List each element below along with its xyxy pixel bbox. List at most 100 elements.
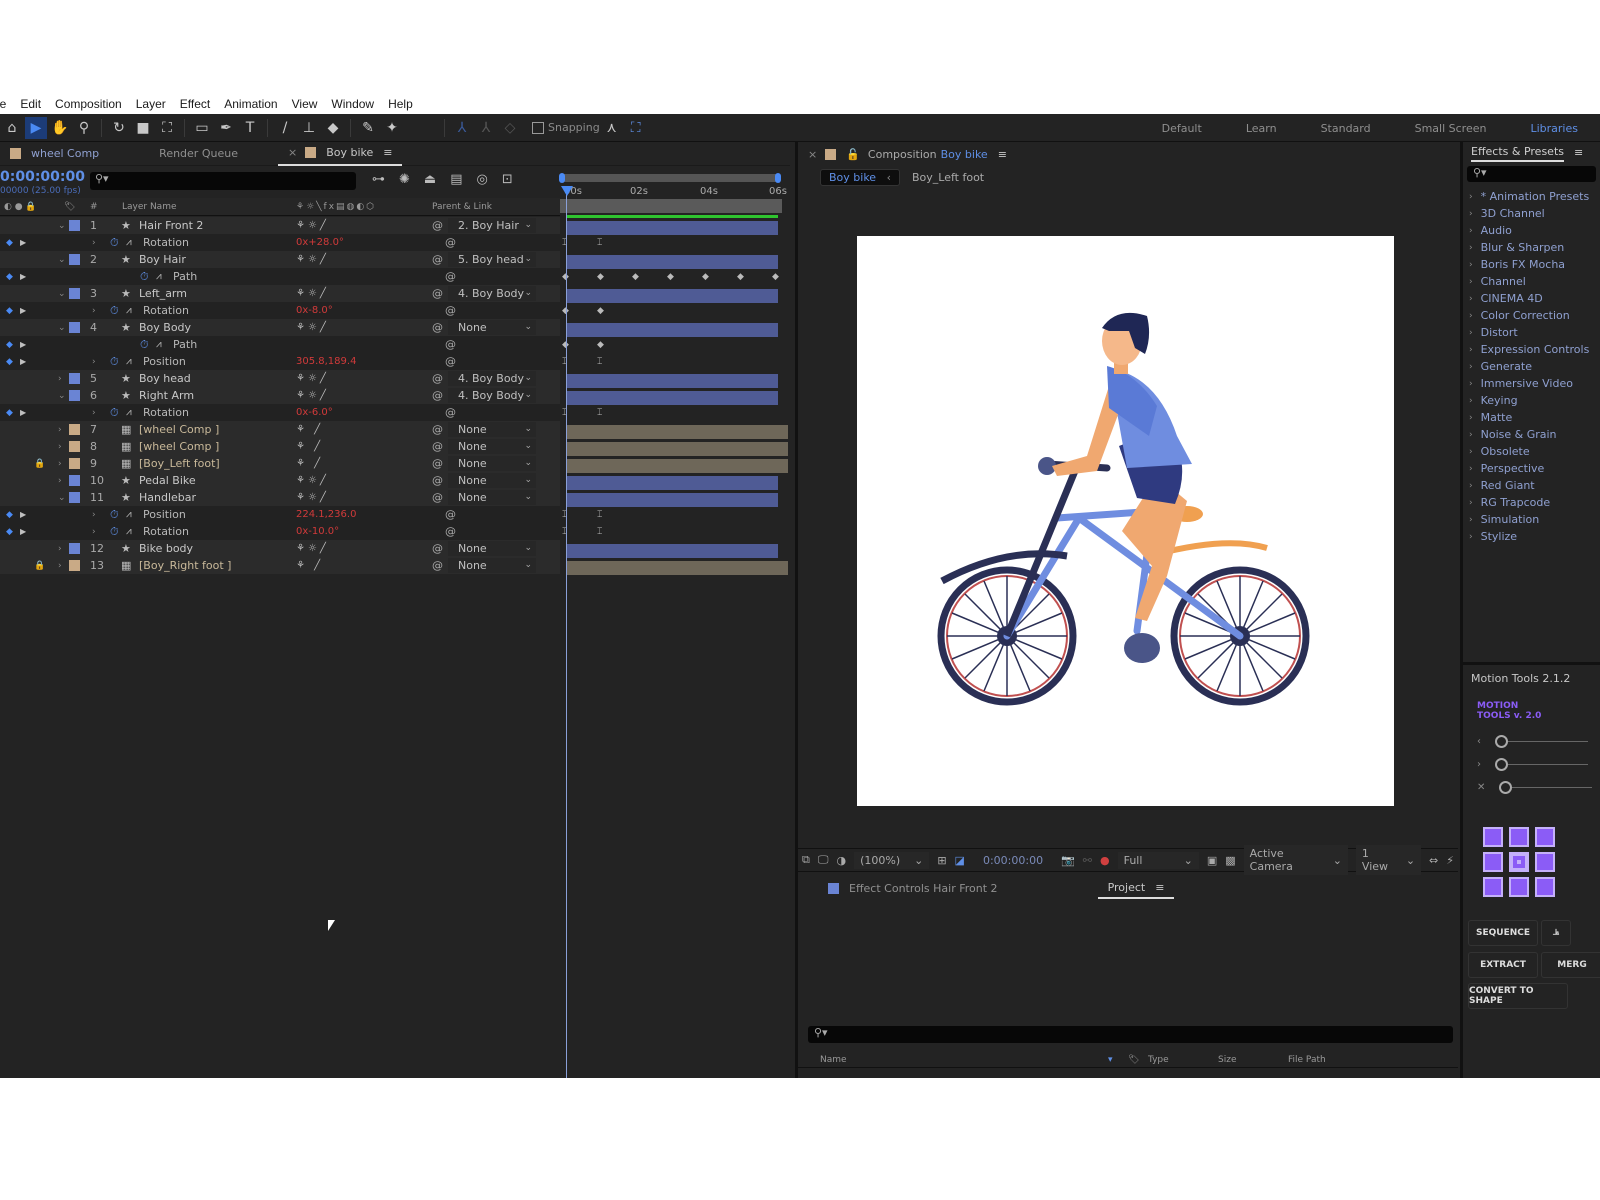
twirl-icon[interactable]: › <box>58 374 62 384</box>
graph-icon[interactable]: ⩘ <box>126 509 132 520</box>
pick-whip-icon[interactable]: @ <box>432 457 443 470</box>
layer-row[interactable]: ⌄ 1 ★ Hair Front 2 ⚘☼╱ @2. Boy Hair ⌄ <box>0 217 560 234</box>
keyframe-track[interactable]: ◆◆◆◆◆◆◆ <box>560 270 790 287</box>
layer-row[interactable]: › 8 ▦ [wheel Comp ] ⚘ ╱ @ None ⌄ <box>0 438 560 455</box>
parent-dropdown[interactable]: None ⌄ <box>448 558 536 573</box>
expand-arrow-icon[interactable]: › <box>1469 396 1473 406</box>
layer-row[interactable]: ⌄ 2 ★ Boy Hair ⚘☼╱ @5. Boy head ⌄ <box>0 251 560 268</box>
effect-category[interactable]: › Keying <box>1463 392 1600 409</box>
anchor-top-right[interactable] <box>1535 827 1555 847</box>
stopwatch-icon[interactable]: ⏱ <box>140 338 149 352</box>
keyframe-diamond[interactable]: ◆ <box>772 272 779 282</box>
layer-switches[interactable]: ⚘☼╱ <box>296 475 329 486</box>
home-icon[interactable]: ⌂ <box>1 117 23 139</box>
menu-view[interactable]: View <box>285 97 325 111</box>
pick-whip-icon[interactable]: @ <box>432 474 443 487</box>
parent-dropdown[interactable]: 5. Boy head ⌄ <box>448 252 536 267</box>
layer-switches[interactable]: ⚘☼╱ <box>296 254 329 265</box>
pick-whip-icon[interactable]: @ <box>432 491 443 504</box>
expand-arrow-icon[interactable]: › <box>1469 226 1473 236</box>
property-row[interactable]: ◆ ▶ ⏱ ⩘ Path @ <box>0 268 560 285</box>
pick-whip-icon[interactable]: @ <box>432 542 443 555</box>
duration-bar-fill[interactable] <box>566 391 778 405</box>
pen-tool-icon[interactable]: ✒ <box>215 117 237 139</box>
project-search-input[interactable]: ⚲▾ <box>808 1026 1453 1043</box>
rectangle-tool-icon[interactable]: ▭ <box>191 117 213 139</box>
stopwatch-icon[interactable]: ⏱ <box>110 236 119 250</box>
layer-switches[interactable]: ⚘ ╱ <box>296 441 323 452</box>
property-value[interactable]: 224.1,236.0 <box>296 509 356 520</box>
effect-category[interactable]: › Color Correction <box>1463 307 1600 324</box>
current-timecode[interactable]: 0:00:00:00 <box>0 169 85 185</box>
tab-render-queue[interactable]: Render Queue <box>149 142 248 166</box>
resolution-dropdown[interactable]: Full ⌄ <box>1117 851 1199 869</box>
pick-whip-icon[interactable]: @ <box>432 372 443 385</box>
layer-switches[interactable]: ⚘ ╱ <box>296 424 323 435</box>
stopwatch-icon[interactable]: ⏱ <box>110 406 119 420</box>
duration-bar-fill[interactable] <box>566 544 778 558</box>
expand-arrow-icon[interactable]: › <box>1469 243 1473 253</box>
keyframe-nav-icon[interactable]: ◆ <box>6 357 13 367</box>
close-icon[interactable]: × <box>288 146 297 159</box>
effect-category[interactable]: › Perspective <box>1463 460 1600 477</box>
snap-option-icon[interactable]: ⋏ <box>601 117 623 139</box>
composition-viewer[interactable] <box>798 192 1458 832</box>
layer-switches[interactable]: ⚘☼╱ <box>296 543 329 554</box>
expression-pick-whip-icon[interactable]: @ <box>445 304 456 317</box>
menu-animation[interactable]: Animation <box>217 97 284 111</box>
pick-whip-icon[interactable]: @ <box>432 321 443 334</box>
stopwatch-icon[interactable]: ⏱ <box>110 525 119 539</box>
layer-name-header[interactable]: Layer Name <box>122 202 177 212</box>
layer-switches[interactable]: ⚘ ╱ <box>296 560 323 571</box>
expand-arrow-icon[interactable]: › <box>1469 328 1473 338</box>
pick-whip-icon[interactable]: @ <box>432 287 443 300</box>
keyframe-track[interactable]: ⌶ ⌶ <box>560 236 790 253</box>
menu-effect[interactable]: Effect <box>173 97 217 111</box>
keyframe-next-icon[interactable]: ▶ <box>20 340 26 349</box>
layer-name[interactable]: Bike body <box>139 542 193 555</box>
keyframe-nav-icon[interactable]: ◆ <box>6 527 13 537</box>
parent-dropdown[interactable]: None ⌄ <box>448 439 536 454</box>
label-color-swatch[interactable] <box>69 543 80 554</box>
convert-to-shape-button[interactable]: CONVERT TO SHAPE <box>1468 983 1568 1009</box>
property-row[interactable]: ◆ ▶ › ⏱ ⩘ Rotation 0x+28.0° @ <box>0 234 560 251</box>
effect-category[interactable]: › Stylize <box>1463 528 1600 545</box>
graph-icon[interactable]: ⩘ <box>126 526 132 537</box>
expand-arrow-icon[interactable]: › <box>1469 447 1473 457</box>
anchor-center[interactable] <box>1509 852 1529 872</box>
duration-bar-fill[interactable] <box>566 255 778 269</box>
duration-bar-fill[interactable] <box>566 476 778 490</box>
shy-layers-icon[interactable]: ⏏ <box>424 172 436 187</box>
layer-duration-bar[interactable] <box>560 372 790 389</box>
keyframe-track[interactable]: ⌶ ⌶ <box>560 525 790 542</box>
keyframe-diamond[interactable]: ◆ <box>597 340 604 350</box>
keyframe-hold[interactable]: ⌶ <box>597 238 602 248</box>
merge-button[interactable]: MERG <box>1541 952 1600 978</box>
camera-tool-icon[interactable]: ■ <box>132 117 154 139</box>
keyframe-next-icon[interactable]: ▶ <box>20 408 26 417</box>
graph-icon[interactable]: ⩘ <box>156 271 162 282</box>
twirl-icon[interactable]: › <box>92 408 96 418</box>
menu-help[interactable]: Help <box>381 97 420 111</box>
type-tool-icon[interactable]: T <box>239 117 261 139</box>
layer-duration-bar[interactable] <box>560 474 790 491</box>
layer-name[interactable]: [wheel Comp ] <box>139 440 219 453</box>
pick-whip-icon[interactable]: @ <box>432 559 443 572</box>
motion-blur-icon[interactable]: ◎ <box>477 172 488 187</box>
lock-icon[interactable]: 🔒 <box>34 561 45 571</box>
ease-out-slider[interactable]: › <box>1477 758 1588 771</box>
layer-duration-bar[interactable] <box>560 219 790 236</box>
label-color-swatch[interactable] <box>69 458 80 469</box>
layer-duration-bar[interactable] <box>560 440 790 457</box>
clone-stamp-tool-icon[interactable]: ⊥ <box>298 117 320 139</box>
grid-guides-icon[interactable]: ⊞ <box>937 854 946 867</box>
world-axis-icon[interactable]: ⅄ <box>475 117 497 139</box>
lock-icon[interactable]: 🔓 <box>846 148 860 161</box>
layer-name[interactable]: Left_arm <box>139 287 187 300</box>
twirl-icon[interactable]: ⌄ <box>58 221 66 231</box>
effect-category[interactable]: › Simulation <box>1463 511 1600 528</box>
property-row[interactable]: ◆ ▶ › ⏱ ⩘ Position 224.1,236.0 @ <box>0 506 560 523</box>
graph-icon[interactable]: ⩘ <box>126 237 132 248</box>
keyframe-next-icon[interactable]: ▶ <box>20 306 26 315</box>
parent-dropdown[interactable]: 4. Boy Body ⌄ <box>448 286 536 301</box>
